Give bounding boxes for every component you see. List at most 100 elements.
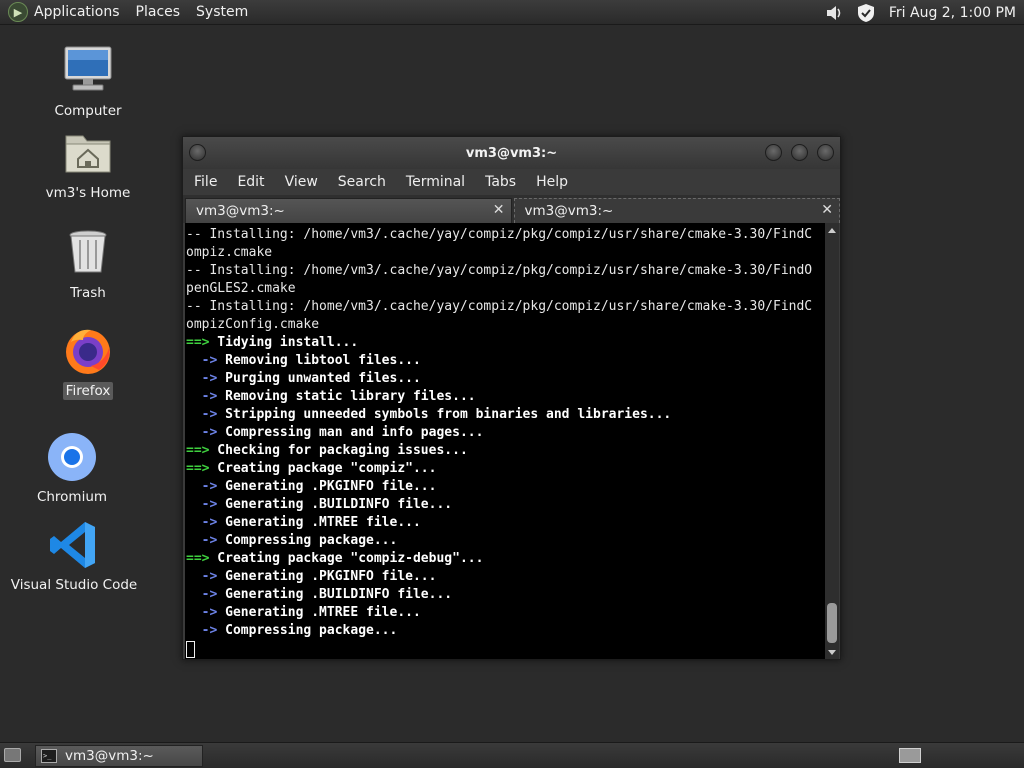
menu-places[interactable]: Places [136,4,181,20]
menu-applications[interactable]: Applications [34,4,120,20]
terminal-scrollbar[interactable] [825,223,839,659]
terminal-prompt-line [186,640,826,658]
terminal-line-text: Checking for packaging issues... [209,443,468,458]
terminal-line-text: Generating .MTREE file... [217,515,421,530]
menu-system[interactable]: System [196,4,248,20]
desktop-icon-label: vm3's Home [45,185,131,201]
terminal-line-prefix: -> [186,407,218,422]
show-desktop-icon[interactable] [4,748,21,762]
terminal-line: -> Generating .MTREE file... [186,604,826,622]
terminal-line: -> Generating .MTREE file... [186,514,826,532]
scroll-down-arrow-icon[interactable] [828,650,836,655]
terminal-line-text: -- Installing: /home/vm3/.cache/yay/comp… [186,227,813,242]
terminal-cursor [186,641,195,658]
terminal-line-text: Compressing package... [217,623,398,638]
desktop-icon-chromium[interactable]: Chromium [12,430,132,506]
firefox-icon [61,324,115,378]
terminal-line: -> Compressing package... [186,532,826,550]
volume-icon[interactable] [823,2,845,24]
menu-terminal[interactable]: Terminal [406,174,465,190]
menu-edit[interactable]: Edit [237,174,264,190]
terminal-line-prefix: -> [186,605,218,620]
terminal-line: -> Stripping unneeded symbols from binar… [186,406,826,424]
window-menu-icon[interactable] [189,144,206,161]
terminal-line-text: Removing libtool files... [217,353,421,368]
shield-icon[interactable] [855,2,877,24]
workspace-switcher[interactable] [899,748,921,763]
terminal-line-prefix: ==> [186,335,210,350]
terminal-line: -> Compressing package... [186,622,826,640]
terminal-line-prefix: -> [186,497,218,512]
desktop-icon-computer[interactable]: Computer [28,44,148,120]
clock[interactable]: Fri Aug 2, 1:00 PM [889,5,1016,21]
terminal-line: -> Generating .BUILDINFO file... [186,586,826,604]
terminal-line-prefix: -> [186,533,218,548]
terminal-line: -> Removing libtool files... [186,352,826,370]
desktop-icon-label: Computer [54,103,122,119]
terminal-window[interactable]: vm3@vm3:~ File Edit View Search Terminal… [182,136,841,660]
taskbar-window-label: vm3@vm3:~ [65,748,154,764]
window-title: vm3@vm3:~ [465,145,558,161]
tab-close-icon[interactable]: ✕ [821,202,833,218]
terminal-line-text: Generating .BUILDINFO file... [217,497,453,512]
terminal-line-text: Generating .BUILDINFO file... [217,587,453,602]
terminal-line-text: Compressing package... [217,533,398,548]
terminal-line-prefix: -> [186,515,218,530]
terminal-line: ompiz.cmake [186,244,826,262]
desktop-icon-vscode[interactable]: Visual Studio Code [11,518,137,594]
terminal-line: ompizConfig.cmake [186,316,826,334]
terminal-line-text: Creating package "compiz"... [209,461,437,476]
terminal-line: -- Installing: /home/vm3/.cache/yay/comp… [186,298,826,316]
close-icon[interactable] [817,144,834,161]
terminal-menubar: File Edit View Search Terminal Tabs Help [183,169,840,195]
scroll-thumb[interactable] [827,603,837,643]
scroll-up-arrow-icon[interactable] [828,228,836,233]
menu-search[interactable]: Search [338,174,386,190]
terminal-line-prefix: -> [186,389,218,404]
terminal-line-prefix: ==> [186,551,210,566]
vscode-icon [47,518,101,572]
terminal-line: -> Compressing man and info pages... [186,424,826,442]
terminal-line-text: penGLES2.cmake [186,281,296,296]
terminal-line: -> Purging unwanted files... [186,370,826,388]
desktop-icon-trash[interactable]: Trash [28,226,148,302]
taskbar-window-button[interactable]: >_ vm3@vm3:~ [35,745,203,767]
terminal-output[interactable]: -- Installing: /home/vm3/.cache/yay/comp… [185,223,826,659]
terminal-line: ==> Creating package "compiz-debug"... [186,550,826,568]
terminal-tab-2[interactable]: vm3@vm3:~ ✕ [513,198,840,223]
distro-logo-icon[interactable]: ▶ [8,2,28,22]
desktop-icon-firefox[interactable]: Firefox [28,324,148,400]
terminal-lines: -- Installing: /home/vm3/.cache/yay/comp… [185,223,826,658]
terminal-line: -- Installing: /home/vm3/.cache/yay/comp… [186,262,826,280]
computer-icon [61,44,115,98]
terminal-line: ==> Creating package "compiz"... [186,460,826,478]
menu-help[interactable]: Help [536,174,568,190]
terminal-line: -- Installing: /home/vm3/.cache/yay/comp… [186,226,826,244]
menu-tabs[interactable]: Tabs [485,174,516,190]
terminal-line-text: Generating .PKGINFO file... [217,479,437,494]
terminal-line-prefix: -> [186,623,218,638]
terminal-line-prefix: -> [186,425,218,440]
desktop-icon-home[interactable]: vm3's Home [28,126,148,202]
menu-file[interactable]: File [194,174,217,190]
terminal-line: -> Removing static library files... [186,388,826,406]
menu-view[interactable]: View [285,174,318,190]
terminal-line: -> Generating .BUILDINFO file... [186,496,826,514]
terminal-line: penGLES2.cmake [186,280,826,298]
home-folder-icon [61,126,115,180]
chromium-icon [45,430,99,484]
terminal-line-text: ompiz.cmake [186,245,273,260]
tab-label: vm3@vm3:~ [524,203,614,219]
terminal-line-prefix: -> [186,587,218,602]
terminal-tab-1[interactable]: vm3@vm3:~ ✕ [185,198,512,223]
desktop-icon-label: Firefox [62,382,114,400]
terminal-line-text: Removing static library files... [217,389,476,404]
desktop-icon-label: Visual Studio Code [10,577,138,593]
window-titlebar[interactable]: vm3@vm3:~ [183,137,840,169]
system-tray: Fri Aug 2, 1:00 PM [823,0,1024,25]
tab-close-icon[interactable]: ✕ [493,202,505,218]
maximize-icon[interactable] [791,144,808,161]
desktop-icon-label: Chromium [36,489,108,505]
minimize-icon[interactable] [765,144,782,161]
terminal-line-text: Generating .MTREE file... [217,605,421,620]
